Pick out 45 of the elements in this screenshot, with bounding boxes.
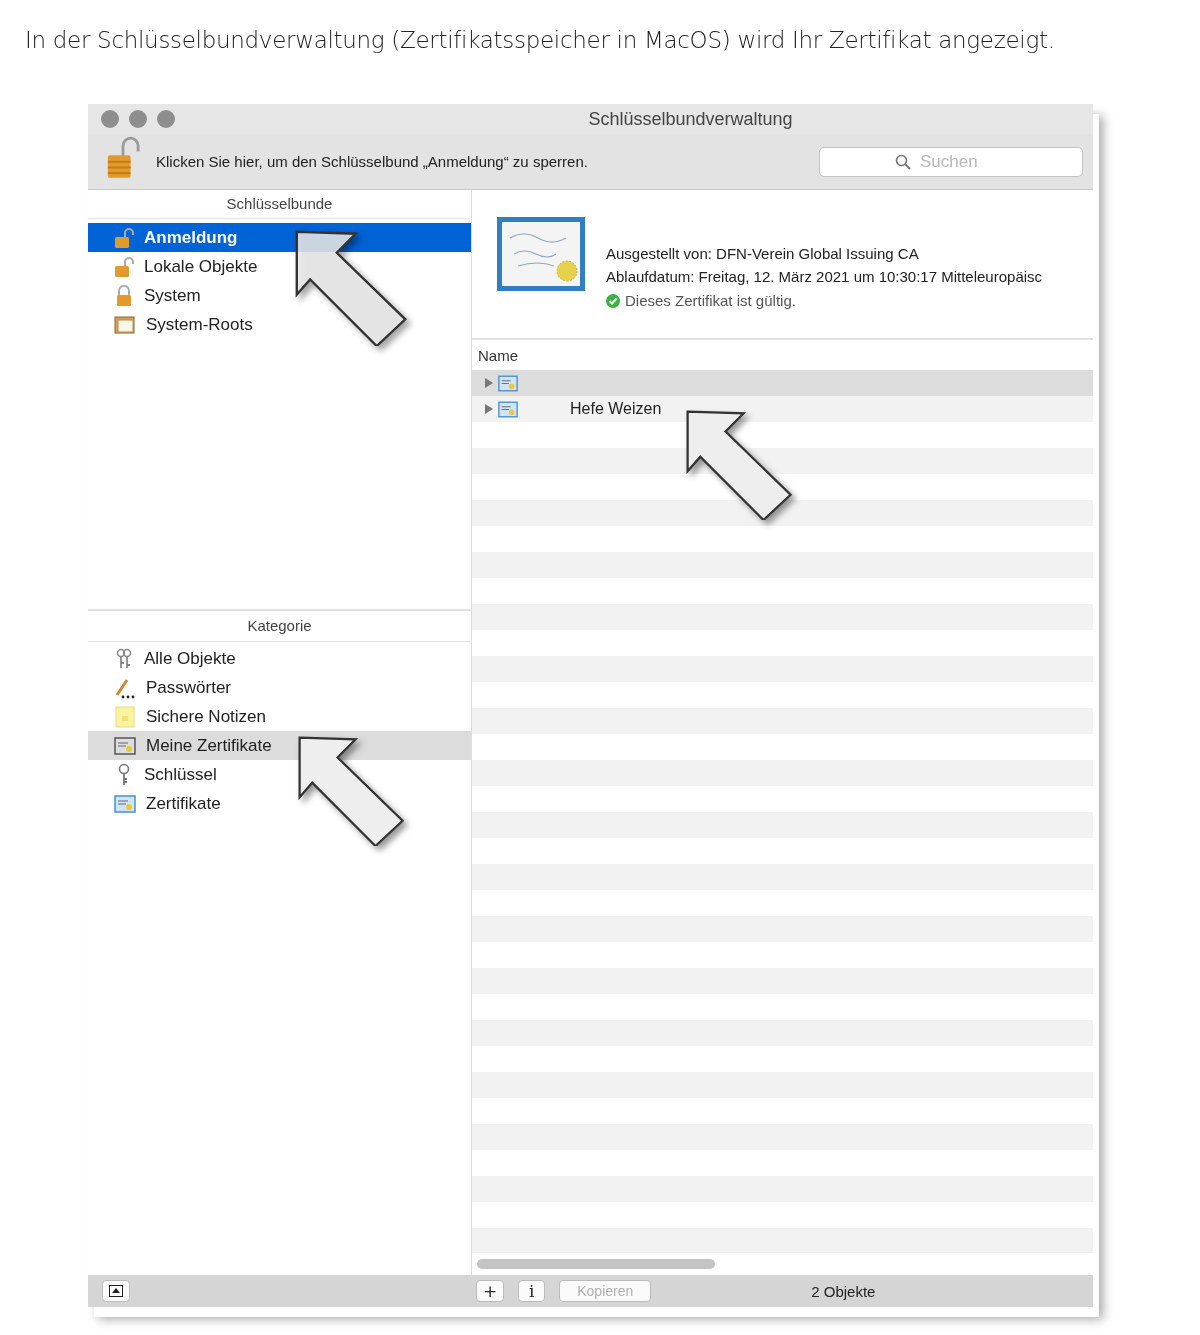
note-icon [114,705,136,728]
keychain-item[interactable]: System [88,281,471,310]
sidebar-toggle-button[interactable] [102,1280,130,1302]
column-header: Schlüsselbunde [88,190,471,219]
search-icon [895,153,911,170]
column-header: Kategorie [88,609,471,642]
toolbar-button[interactable]: i [518,1280,546,1302]
disclosure-triangle-icon[interactable] [484,377,494,389]
certificate-icon [496,216,586,292]
open-padlock-icon [114,255,134,278]
lock-message[interactable]: Klicken Sie hier, um den Schlüsselbund „Anmeldung“ zu sperren. [156,153,819,170]
table-row[interactable]: Hefe Weizen [472,396,1093,422]
keys-icon [114,647,134,670]
certificate-icon [114,736,136,755]
open-padlock-icon [114,226,134,249]
certificate-stack-icon [114,314,136,335]
padlock-icon [114,284,134,307]
issuer-text: Ausgestellt von: DFN-Verein Global Issuing CA [606,244,920,264]
status-text: Dieses Zertifikat ist gültig. [625,291,796,311]
keychain-item[interactable]: System-Roots [88,310,471,339]
certificate-icon [498,374,518,392]
certificate-name: Hefe Weizen [570,400,662,418]
caption: In der Schlüsselbundverwaltung (Zertifikatsspeicher in MacOS) wird Ihr Zertifikat angezeigt. [24,26,1056,55]
zoom-button[interactable] [157,110,175,128]
category-item[interactable]: Passwörter [88,673,471,702]
column-header[interactable]: Name [478,346,518,364]
category-item[interactable]: Zertifikate [88,789,471,818]
close-button[interactable] [101,110,119,128]
eject-icon [109,1285,123,1297]
category-item[interactable]: Schlüssel [88,760,471,789]
search-field[interactable]: Suchen [819,146,1083,177]
window-title: Schlüsselbundverwaltung [587,108,794,130]
certificate-icon [114,794,136,813]
keychain-item[interactable]: Lokale Objekte [88,252,471,281]
certificate-icon [498,400,518,418]
keychain-item[interactable]: Anmeldung [88,223,471,252]
scrollbar-thumb[interactable] [477,1259,715,1269]
category-item[interactable]: Sichere Notizen [88,702,471,731]
category-item[interactable]: Alle Objekte [88,644,471,673]
padlock-icon[interactable] [106,135,140,180]
toolbar-button[interactable]: + [476,1280,505,1302]
disclosure-triangle-icon[interactable] [484,403,494,415]
expiry-text: Ablaufdatum: Freitag, 12. März 2021 um 10:30:17 Mitteleuropäisc [606,267,1043,287]
minimize-button[interactable] [129,110,147,128]
item-count: 2 Objekte [811,1282,876,1300]
